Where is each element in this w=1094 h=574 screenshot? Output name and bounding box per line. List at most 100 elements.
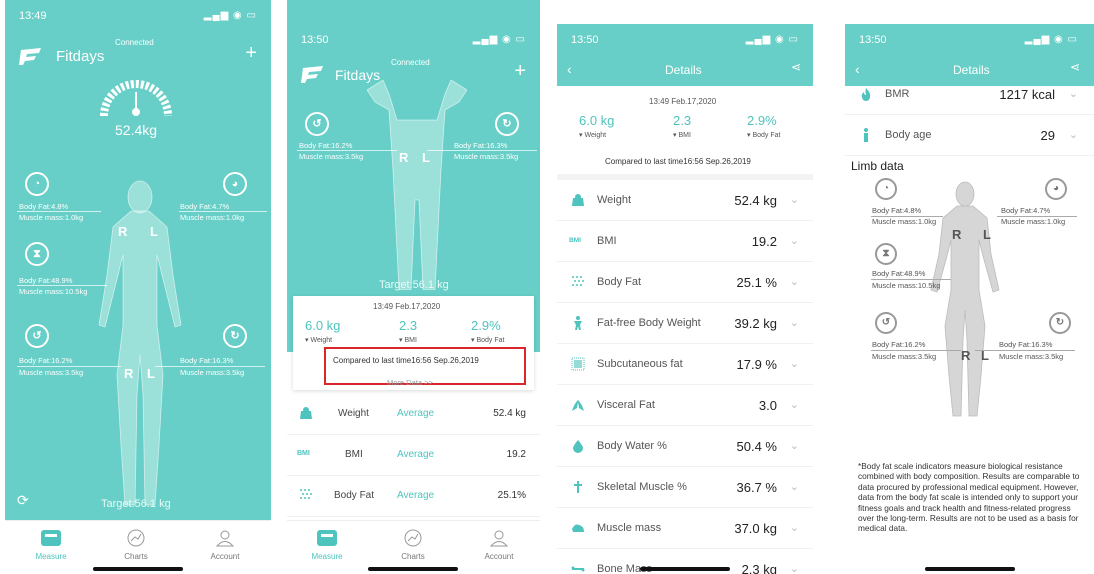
right-arm-divider bbox=[997, 216, 1077, 217]
detail-row-visceral-fat[interactable]: Visceral Fat 3.0 ⌄ bbox=[557, 385, 813, 426]
left-arm-fat: Body Fat:4.8% bbox=[872, 206, 922, 215]
detail-row-weight[interactable]: Weight 52.4 kg ⌄ bbox=[557, 180, 813, 221]
right-leg-icon: ↻ bbox=[223, 324, 247, 348]
chevron-down-icon[interactable]: ⌄ bbox=[790, 193, 799, 206]
metric-value: 25.1% bbox=[497, 490, 526, 501]
detail-row-body-water[interactable]: Body Water % 50.4 % ⌄ bbox=[557, 426, 813, 467]
detail-row-bmr[interactable]: BMR 1217 kcal ⌄ bbox=[845, 74, 1094, 115]
status-bar: 13:50 ▂▄▆ ◉ ▭ bbox=[845, 0, 1094, 46]
add-button[interactable]: + bbox=[514, 60, 526, 83]
bmi-icon: BMI bbox=[297, 450, 310, 457]
tab-charts[interactable]: Charts bbox=[96, 529, 176, 561]
detail-row-bmi[interactable]: BMI BMI 19.2 ⌄ bbox=[557, 221, 813, 262]
delta-weight-label: ▾ Weight bbox=[305, 337, 333, 344]
details-list: Weight 52.4 kg ⌄ BMI BMI 19.2 ⌄ Body Fat… bbox=[557, 180, 813, 574]
right-leg-divider bbox=[975, 350, 1075, 351]
status-bar: 13:50 ▂▄▆ ◉ ▭ bbox=[557, 0, 813, 46]
chevron-down-icon[interactable]: ⌄ bbox=[790, 357, 799, 370]
chevron-down-icon[interactable]: ⌄ bbox=[790, 398, 799, 411]
detail-value: 2.3 kg bbox=[741, 562, 777, 574]
tab-account[interactable]: Account bbox=[459, 529, 539, 561]
delta-weight-label: ▾ Weight bbox=[579, 132, 607, 139]
detail-value: 1217 kcal bbox=[999, 87, 1055, 102]
tab-measure[interactable]: Measure bbox=[11, 529, 91, 561]
tab-bar: Measure Charts Account bbox=[287, 520, 540, 574]
delta-bodyfat: 2.9% ▾ Body Fat bbox=[747, 113, 809, 139]
connection-status: Connected bbox=[391, 58, 430, 67]
scale-icon bbox=[572, 194, 584, 206]
chevron-down-icon[interactable]: ⌄ bbox=[790, 275, 799, 288]
left-arm-muscle: Muscle mass:1.0kg bbox=[19, 213, 84, 222]
chevron-down-icon[interactable]: ⌄ bbox=[790, 316, 799, 329]
add-button[interactable]: + bbox=[245, 42, 257, 65]
app-name: Fitdays bbox=[56, 48, 105, 65]
status-time: 13:50 bbox=[859, 34, 887, 46]
connection-status: Connected bbox=[115, 38, 154, 47]
home-indicator bbox=[93, 567, 183, 571]
tab-bar: Measure Charts Account bbox=[5, 520, 271, 574]
metric-value: 19.2 bbox=[506, 449, 526, 460]
metric-name: Weight bbox=[338, 408, 369, 419]
trunk-fat: Body Fat:48.9% bbox=[872, 269, 926, 278]
detail-name: Skeletal Muscle % bbox=[597, 481, 687, 493]
metric-row[interactable]: Body Fat Average 25.1% bbox=[287, 476, 540, 517]
detail-name: Body age bbox=[885, 129, 932, 141]
status-time: 13:49 bbox=[19, 10, 47, 22]
chevron-down-icon[interactable]: ⌄ bbox=[790, 480, 799, 493]
left-leg-muscle: Muscle mass:3.5kg bbox=[19, 368, 84, 377]
status-bar: 13:50 ▂▄▆ ◉ ▭ bbox=[287, 0, 540, 46]
delta-weight-label-text: Weight bbox=[310, 337, 333, 344]
back-icon[interactable]: ‹ bbox=[567, 61, 572, 77]
right-leg-divider bbox=[427, 150, 537, 151]
chevron-down-icon[interactable]: ⌄ bbox=[790, 562, 799, 574]
right-arm-muscle: Muscle mass:1.0kg bbox=[1001, 217, 1066, 226]
body-fat-icon bbox=[572, 276, 584, 286]
scale-icon bbox=[317, 530, 337, 546]
metric-row[interactable]: Weight Average 52.4 kg bbox=[287, 394, 540, 435]
share-icon[interactable]: ⋖ bbox=[1070, 60, 1080, 74]
account-icon bbox=[215, 530, 235, 547]
bmi-icon: BMI bbox=[569, 237, 581, 244]
right-leg-icon: ↻ bbox=[495, 112, 519, 136]
chevron-down-icon[interactable]: ⌄ bbox=[1069, 128, 1078, 141]
screen-details: 13:50 ▂▄▆ ◉ ▭ ‹ Details ⋖ 13:49 Feb.17,2… bbox=[557, 0, 813, 574]
metric-row[interactable]: BMI BMI Average 19.2 bbox=[287, 435, 540, 476]
fitdays-logo-icon bbox=[301, 64, 327, 84]
detail-row-subcutaneous-fat[interactable]: Subcutaneous fat 17.9 % ⌄ bbox=[557, 344, 813, 385]
detail-row-body-age[interactable]: Body age 29 ⌄ bbox=[845, 115, 1094, 156]
chevron-down-icon[interactable]: ⌄ bbox=[790, 234, 799, 247]
chevron-down-icon[interactable]: ⌄ bbox=[790, 521, 799, 534]
detail-row-muscle-mass[interactable]: Muscle mass 37.0 kg ⌄ bbox=[557, 508, 813, 549]
water-drop-icon bbox=[573, 440, 583, 453]
status-bar: 13:49 ▂▄▆ ◉ ▭ bbox=[5, 0, 271, 24]
share-icon[interactable]: ⋖ bbox=[791, 60, 801, 74]
chevron-down-icon[interactable]: ⌄ bbox=[1069, 87, 1078, 100]
tab-account[interactable]: Account bbox=[185, 529, 265, 561]
right-leg-muscle: Muscle mass:3.5kg bbox=[180, 368, 245, 377]
chevron-down-icon[interactable]: ⌄ bbox=[790, 439, 799, 452]
summary-date: 13:49 Feb.17,2020 bbox=[649, 97, 717, 106]
right-leg-icon: ↻ bbox=[1049, 312, 1071, 334]
detail-row-body-fat[interactable]: Body Fat 25.1 % ⌄ bbox=[557, 262, 813, 303]
tab-charts[interactable]: Charts bbox=[373, 529, 453, 561]
detail-row-fat-free[interactable]: Fat-free Body Weight 39.2 kg ⌄ bbox=[557, 303, 813, 344]
screen-measure-detail: 13:50 ▂▄▆ ◉ ▭ Connected Fitdays + ↺ ↻ Bo… bbox=[287, 0, 540, 574]
left-arm-icon: ◔ bbox=[25, 172, 49, 196]
detail-value: 50.4 % bbox=[736, 439, 777, 454]
target-weight: Target:56.1 kg bbox=[379, 279, 449, 291]
more-data-link[interactable]: More Data >> bbox=[387, 378, 433, 387]
right-arm-icon: ◕ bbox=[223, 172, 247, 196]
left-leg-divider bbox=[17, 366, 121, 367]
detail-row-skeletal-muscle[interactable]: Skeletal Muscle % 36.7 % ⌄ bbox=[557, 467, 813, 508]
refresh-icon[interactable]: ⟳ bbox=[17, 492, 29, 509]
home-indicator bbox=[925, 567, 1015, 571]
delta-weight-label-text: Weight bbox=[584, 132, 607, 139]
left-arm-divider bbox=[17, 211, 101, 212]
tab-measure[interactable]: Measure bbox=[287, 529, 367, 561]
delta-bodyfat-label: ▾ Body Fat bbox=[471, 337, 505, 344]
delta-bodyfat-label-text: Body Fat bbox=[752, 132, 781, 139]
left-side-marker: L bbox=[150, 224, 158, 239]
signal-icon: ▂▄▆ ◉ ▭ bbox=[1024, 34, 1078, 45]
left-side-marker: L bbox=[983, 227, 991, 242]
trunk-muscle: Muscle mass:10.5kg bbox=[872, 281, 941, 290]
